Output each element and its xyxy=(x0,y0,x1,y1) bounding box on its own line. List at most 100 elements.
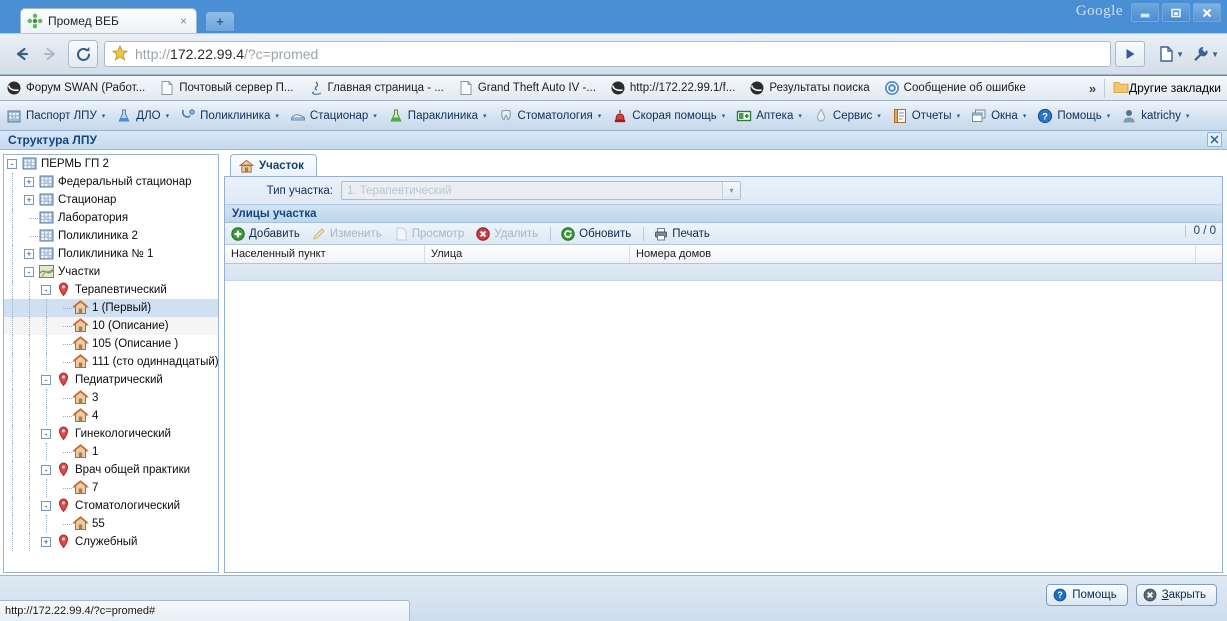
new-tab-button[interactable]: + xyxy=(205,11,235,32)
edit-button[interactable]: Изменить xyxy=(312,227,382,241)
menu-user[interactable]: katrichy ▾ xyxy=(1119,108,1198,124)
menu-okna[interactable]: Окна ▾ xyxy=(969,108,1035,124)
tree-toggle[interactable]: - xyxy=(38,497,55,515)
tree-toggle[interactable]: - xyxy=(38,425,55,443)
reload-button[interactable] xyxy=(68,40,98,68)
go-button[interactable] xyxy=(1115,41,1146,67)
help-icon: ? xyxy=(1037,108,1053,124)
tree-node[interactable]: 10 (Описание) xyxy=(4,317,218,335)
chevron-down-icon[interactable]: ▾ xyxy=(722,182,740,199)
wrench-menu-button[interactable]: ▼ xyxy=(1192,46,1219,62)
bookmark-star-icon[interactable] xyxy=(111,44,129,64)
tree-node-label: 3 xyxy=(92,392,99,404)
grid-body[interactable] xyxy=(225,281,1222,572)
delete-button[interactable]: Удалить xyxy=(476,226,538,241)
browser-tab[interactable]: Промед ВЕБ × xyxy=(20,8,197,33)
menu-label: Отчеты xyxy=(911,109,952,122)
grid-column-header[interactable]: Улица xyxy=(425,245,630,263)
grid-column-header[interactable]: Номера домов xyxy=(630,245,1196,263)
bookmark-item[interactable]: Почтовый сервер П... xyxy=(159,80,294,96)
bookmark-item[interactable]: Сообщение об ошибке xyxy=(884,80,1026,96)
tree-node[interactable]: - Педиатрический xyxy=(4,371,218,389)
tree-toggle[interactable]: + xyxy=(38,533,55,551)
menu-skoraya-pomosch[interactable]: Скорая помощь ▾ xyxy=(610,108,734,124)
siren-icon xyxy=(612,108,628,124)
tree-toggle[interactable]: + xyxy=(21,173,38,191)
tree-node[interactable]: 7 xyxy=(4,479,218,497)
menu-stacionar[interactable]: Стационар ▾ xyxy=(288,108,386,124)
minimize-button[interactable] xyxy=(1131,3,1159,22)
tree-node[interactable]: + Служебный xyxy=(4,533,218,551)
maximize-button[interactable] xyxy=(1162,3,1190,22)
tree-node[interactable]: 105 (Описание ) xyxy=(4,335,218,353)
menu-pasport-lpu[interactable]: Паспорт ЛПУ ▾ xyxy=(4,108,114,124)
menu-stomatologiya[interactable]: Стоматология ▾ xyxy=(496,108,611,124)
other-bookmarks-button[interactable]: Другие закладки xyxy=(1104,78,1221,98)
tree-toggle[interactable]: - xyxy=(21,263,38,281)
tree-node[interactable]: + Федеральный стационар xyxy=(4,173,218,191)
bookmarks-overflow-button[interactable]: » xyxy=(1089,81,1096,96)
tree-node[interactable]: 111 (сто одиннадцатый) xyxy=(4,353,218,371)
print-button[interactable]: Печать xyxy=(654,227,710,241)
forward-button[interactable] xyxy=(36,40,64,68)
tree-node[interactable]: - ПЕРМЬ ГП 2 xyxy=(4,155,218,173)
tree-node[interactable]: 55 xyxy=(4,515,218,533)
tree-node-label: ПЕРМЬ ГП 2 xyxy=(41,158,109,170)
help-button[interactable]: ? Помощь xyxy=(1046,584,1128,606)
tree-node[interactable]: + Поликлиника № 1 xyxy=(4,245,218,263)
tree-toggle[interactable]: - xyxy=(38,371,55,389)
tree-node[interactable]: Лаборатория xyxy=(4,209,218,227)
refresh-button[interactable]: Обновить xyxy=(561,226,631,241)
tree-node[interactable]: + Стационар xyxy=(4,191,218,209)
tree-toggle[interactable]: - xyxy=(4,155,21,173)
close-button[interactable]: Закрыть xyxy=(1135,584,1217,606)
tree-node[interactable]: 3 xyxy=(4,389,218,407)
grid-column-header[interactable]: Населенный пункт xyxy=(225,245,425,263)
bookmark-item[interactable]: Grand Theft Auto IV -... xyxy=(458,80,596,96)
tree-toggle[interactable]: - xyxy=(38,461,55,479)
page-menu-button[interactable]: ▼ xyxy=(1159,46,1184,62)
edit-icon xyxy=(312,227,326,241)
tip-uchastka-select[interactable]: 1. Терапевтический ▾ xyxy=(341,181,741,200)
tree-toggle[interactable]: - xyxy=(38,281,55,299)
tree-node[interactable]: - Терапевтический xyxy=(4,281,218,299)
target-icon xyxy=(884,80,900,96)
tree-node-label: Стационар xyxy=(58,194,117,206)
menu-otchety[interactable]: Отчеты ▾ xyxy=(890,108,969,124)
bed-icon xyxy=(290,108,306,124)
bookmark-item[interactable]: http://172.22.99.1/f... xyxy=(610,80,735,96)
tree-toggle[interactable]: + xyxy=(21,245,38,263)
view-button[interactable]: Просмотр xyxy=(394,227,464,241)
service-icon xyxy=(813,108,829,124)
menu-poliklinika[interactable]: Поликлиника ▾ xyxy=(178,108,288,124)
tree-scroll-area[interactable]: - ПЕРМЬ ГП 2 + Федеральный стационар + Стацио… xyxy=(4,155,218,572)
tree-node[interactable]: - Участки xyxy=(4,263,218,281)
tree-toggle[interactable]: + xyxy=(21,191,38,209)
menu-dlo[interactable]: ДЛО ▾ xyxy=(114,108,178,124)
lpu-structure-tree[interactable]: - ПЕРМЬ ГП 2 + Федеральный стационар + Стацио… xyxy=(3,154,219,573)
help-icon: ? xyxy=(1053,588,1067,602)
menu-apteka[interactable]: Аптека ▾ xyxy=(734,108,811,124)
menu-pomosch[interactable]: ? Помощь ▾ xyxy=(1035,108,1119,124)
bookmark-item[interactable]: Форум SWAN (Работ... xyxy=(6,80,145,96)
tree-node[interactable]: - Врач общей практики xyxy=(4,461,218,479)
add-button[interactable]: Добавить xyxy=(231,226,300,241)
tab-close-icon[interactable]: × xyxy=(177,14,190,28)
tree-node[interactable]: 1 (Первый) xyxy=(4,299,218,317)
address-bar[interactable]: http://172.22.99.4/?c=promed xyxy=(104,41,1112,67)
close-button[interactable] xyxy=(1193,3,1221,22)
menu-servis[interactable]: Сервис ▾ xyxy=(811,108,890,124)
tree-node[interactable]: - Гинекологический xyxy=(4,425,218,443)
bookmark-item[interactable]: Результаты поиска xyxy=(749,80,870,96)
tree-node[interactable]: Поликлиника 2 xyxy=(4,227,218,245)
window-close-icon[interactable] xyxy=(1207,132,1222,147)
back-button[interactable] xyxy=(8,40,36,68)
menu-paraklinika[interactable]: Параклиника ▾ xyxy=(386,108,496,124)
tree-node[interactable]: - Стоматологический xyxy=(4,497,218,515)
tree-node[interactable]: 4 xyxy=(4,407,218,425)
pharmacy-icon xyxy=(736,108,752,124)
tree-node[interactable]: 1 xyxy=(4,443,218,461)
bookmark-item[interactable]: Главная страница - ... xyxy=(308,80,444,96)
menu-label: Стационар xyxy=(309,109,369,122)
tab-uchastok[interactable]: Участок xyxy=(230,154,317,177)
